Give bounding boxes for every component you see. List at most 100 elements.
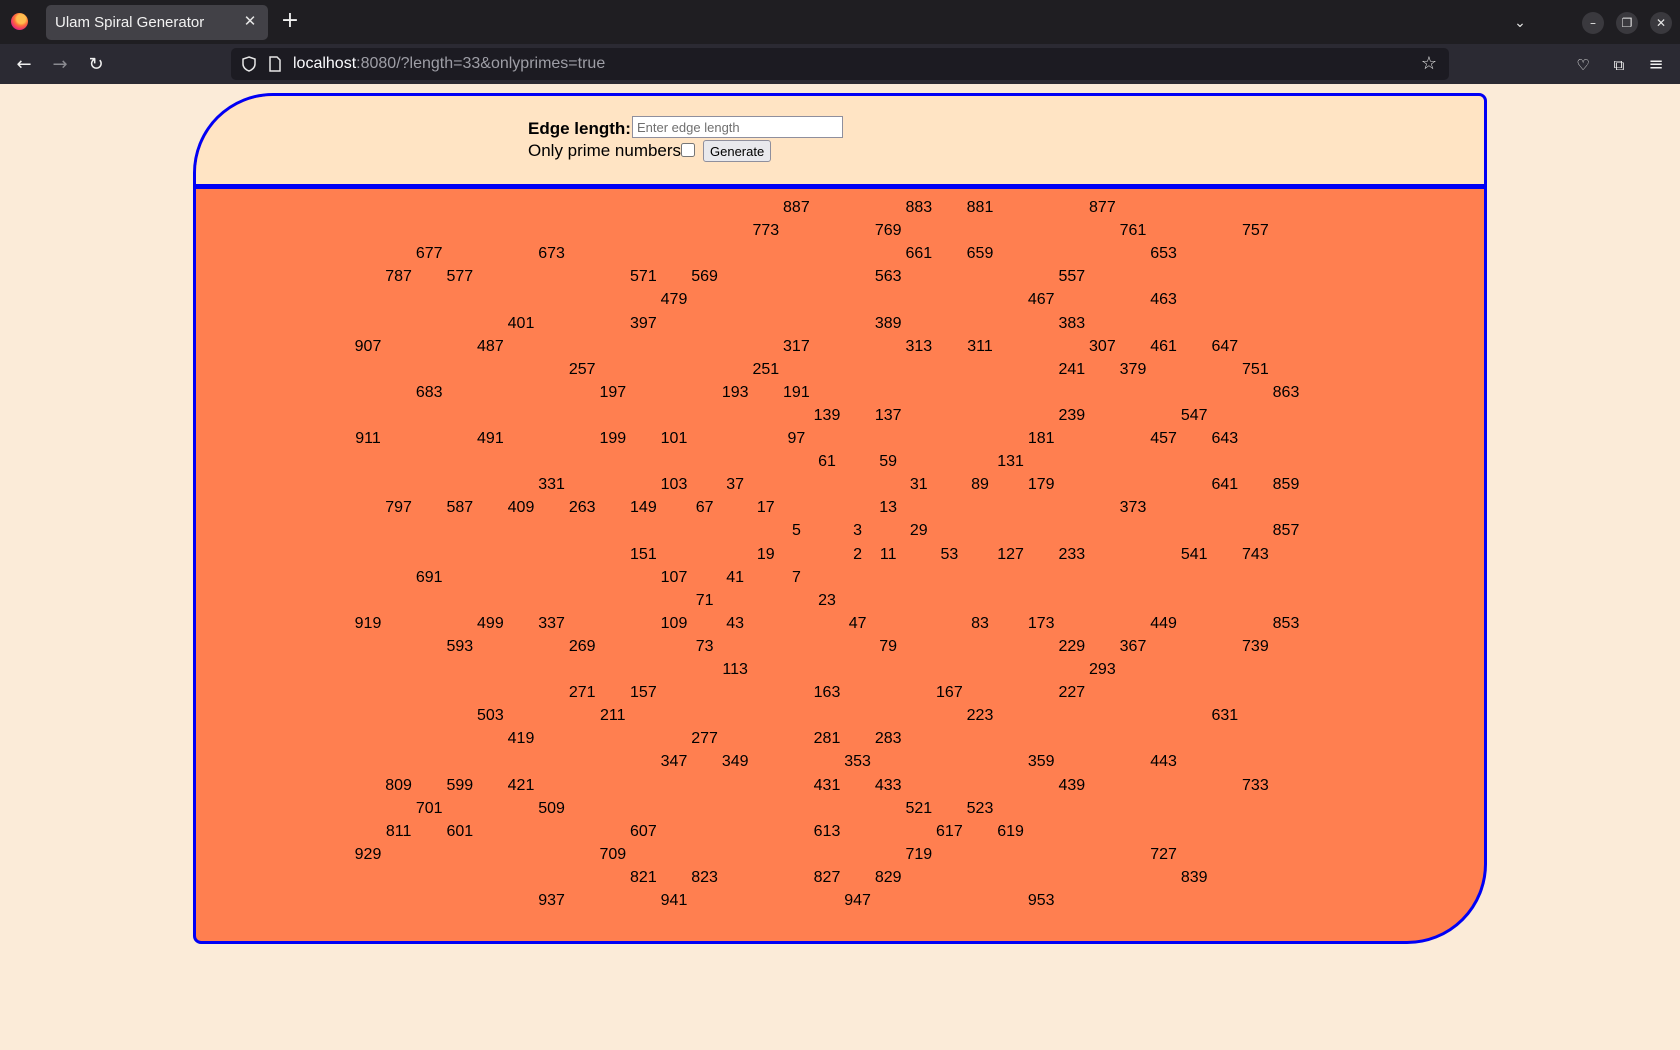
spiral-number: 647 (1211, 337, 1239, 355)
generate-button[interactable]: Generate (703, 140, 772, 162)
spiral-number: 823 (691, 868, 718, 886)
page-icon[interactable] (268, 56, 282, 72)
spiral-number: 479 (660, 291, 688, 309)
url-bar[interactable]: localhost:8080/?length=33&onlyprimes=tru… (231, 48, 1449, 80)
spiral-number: 113 (722, 661, 748, 678)
spiral-number: 163 (813, 684, 841, 702)
spiral-number: 349 (721, 753, 749, 771)
spiral-number: 587 (446, 499, 474, 517)
spiral-number: 907 (354, 337, 382, 355)
url-path: :8080/?length=33&onlyprimes=true (356, 55, 606, 72)
spiral-number: 863 (1272, 383, 1300, 401)
spiral-number: 449 (1150, 614, 1177, 632)
spiral-grid: 887 883 881 877 773 769 761 757 677 673 661 659 653 7… (196, 189, 1484, 941)
forward-arrow-icon[interactable]: → (47, 52, 73, 78)
spiral-number: 947 (844, 892, 871, 909)
url-text[interactable]: localhost:8080/?length=33&onlyprimes=tru… (293, 55, 605, 73)
spiral-number: 577 (446, 268, 474, 286)
generator-form: Edge length: Only prime numbers Generate (196, 96, 1484, 189)
spiral-number: 73 (695, 637, 714, 655)
close-window-icon[interactable]: ✕ (1650, 12, 1672, 34)
spiral-number: 829 (874, 868, 902, 886)
spiral-number: 277 (691, 730, 718, 748)
spiral-number: 733 (1242, 776, 1269, 794)
spiral-number: 347 (660, 753, 688, 771)
pocket-icon[interactable]: ♡ (1570, 52, 1596, 78)
spiral-number: 103 (660, 476, 688, 494)
close-tab-icon[interactable]: ✕ (240, 11, 260, 31)
ulam-spiral-app: Edge length: Only prime numbers Generate… (193, 93, 1487, 944)
spiral-number: 389 (874, 314, 902, 332)
spiral-number: 211 (600, 707, 626, 725)
shield-icon[interactable] (241, 56, 257, 72)
spiral-number: 641 (1211, 476, 1239, 494)
spiral-number: 233 (1058, 545, 1086, 563)
tab-title: Ulam Spiral Generator (55, 14, 205, 31)
extensions-icon[interactable]: ⧉ (1606, 52, 1632, 78)
firefox-logo-icon (11, 13, 28, 30)
edge-length-input[interactable] (632, 116, 843, 138)
spiral-number: 191 (783, 383, 810, 401)
spiral-number: 83 (971, 614, 989, 632)
spiral-number: 317 (783, 337, 810, 355)
spiral-number: 131 (997, 453, 1024, 471)
spiral-number: 47 (848, 614, 867, 632)
spiral-number: 17 (756, 499, 775, 517)
only-primes-checkbox[interactable] (681, 143, 695, 157)
edge-length-label: Edge length: (528, 119, 631, 138)
spiral-number: 461 (1150, 337, 1177, 355)
spiral-number: 811 (385, 822, 412, 840)
spiral-number: 137 (874, 406, 902, 424)
spiral-number: 937 (538, 892, 565, 909)
spiral-number: 67 (695, 499, 714, 517)
spiral-number: 821 (630, 868, 657, 886)
spiral-number: 827 (813, 868, 841, 886)
reload-icon[interactable]: ↻ (83, 52, 109, 78)
spiral-number: 293 (1089, 661, 1116, 678)
spiral-number: 661 (905, 245, 933, 263)
spiral-number: 421 (507, 776, 535, 794)
spiral-number: 89 (971, 476, 989, 494)
tab-list-chevron-icon[interactable]: ⌄ (1509, 12, 1531, 34)
spiral-number: 541 (1180, 545, 1208, 563)
spiral-number: 311 (967, 337, 993, 355)
spiral-number: 857 (1272, 522, 1300, 540)
bookmark-star-icon[interactable]: ☆ (1421, 53, 1437, 74)
spiral-number: 251 (752, 360, 780, 378)
only-primes-label: Only prime numbers (528, 141, 682, 160)
spiral-number: 229 (1058, 637, 1086, 655)
spiral-number: 751 (1242, 360, 1269, 378)
browser-tab[interactable]: Ulam Spiral Generator ✕ (46, 5, 268, 40)
menu-icon[interactable]: ≡ (1643, 52, 1669, 78)
spiral-number: 653 (1150, 245, 1177, 263)
spiral-number: 631 (1211, 707, 1239, 725)
spiral-number: 13 (879, 499, 898, 517)
spiral-number: 839 (1180, 868, 1208, 886)
spiral-number: 491 (477, 430, 504, 447)
spiral-number: 859 (1272, 476, 1300, 494)
spiral-number: 769 (874, 222, 902, 240)
browser-tab-bar: Ulam Spiral Generator ✕ + ⌄ – ❐ ✕ (0, 0, 1680, 44)
spiral-number: 107 (660, 568, 688, 586)
back-arrow-icon[interactable]: ← (11, 52, 37, 78)
spiral-number: 877 (1089, 199, 1116, 216)
spiral-number: 431 (813, 776, 841, 794)
spiral-number: 151 (630, 545, 657, 563)
new-tab-icon[interactable]: + (278, 9, 302, 33)
spiral-number: 19 (756, 545, 775, 563)
spiral-number: 433 (874, 776, 902, 794)
spiral-number: 941 (660, 892, 688, 909)
minimize-icon[interactable]: – (1582, 12, 1604, 34)
spiral-number: 509 (538, 799, 565, 817)
spiral-number: 29 (909, 522, 928, 540)
spiral-number: 41 (726, 568, 745, 586)
spiral-number: 683 (415, 383, 443, 401)
spiral-number: 593 (446, 637, 474, 655)
spiral-number: 257 (568, 360, 596, 378)
spiral-number: 227 (1058, 684, 1086, 702)
spiral-number: 911 (355, 430, 381, 447)
spiral-number: 401 (507, 314, 535, 332)
browser-nav-bar: ← → ↻ localhost:8080/?length=33&onlyprim… (0, 44, 1680, 84)
spiral-number: 787 (385, 268, 412, 286)
restore-icon[interactable]: ❐ (1616, 12, 1638, 34)
